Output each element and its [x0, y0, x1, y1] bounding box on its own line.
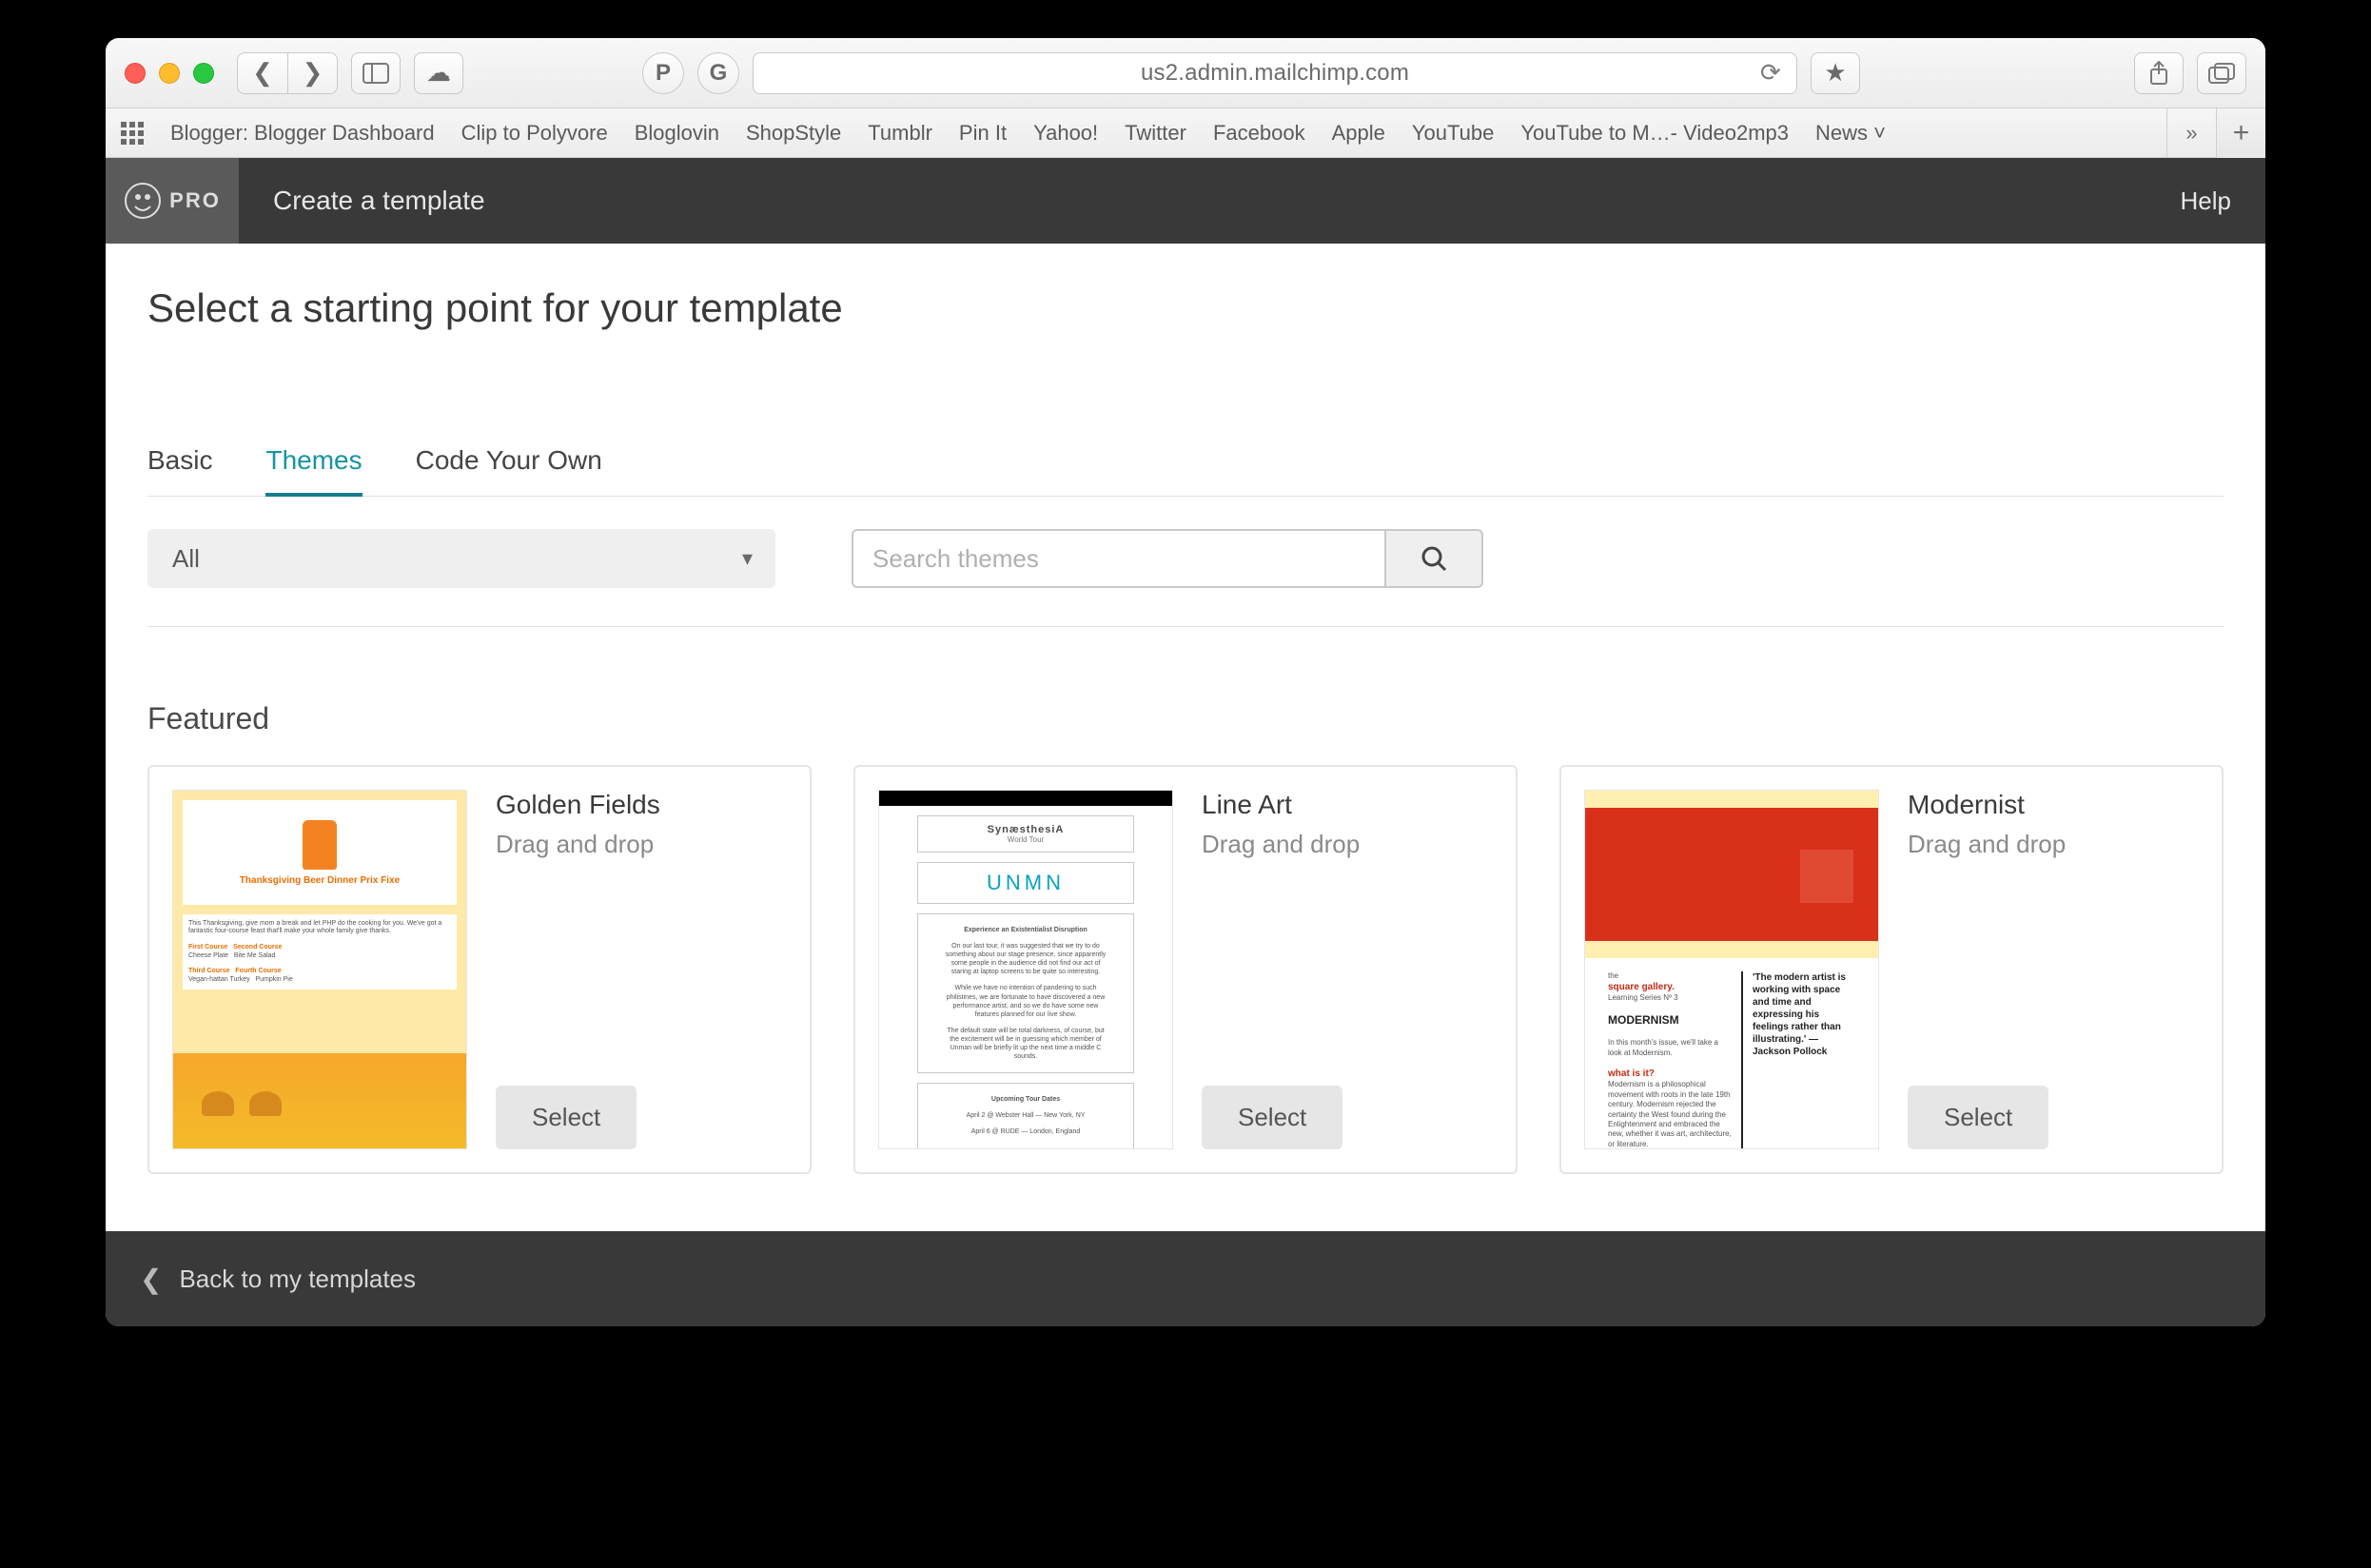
share-icon [2148, 61, 2169, 86]
thumbnail-tour-heading: Upcoming Tour Dates [991, 1096, 1060, 1103]
help-link[interactable]: Help [2181, 186, 2231, 216]
bookmark-item[interactable]: YouTube [1412, 121, 1494, 146]
overflow-bookmarks-button[interactable]: » [2166, 108, 2216, 158]
show-all-bookmarks-icon[interactable] [121, 122, 144, 145]
template-title: Modernist [1908, 790, 2199, 820]
bookmark-item[interactable]: Blogger: Blogger Dashboard [170, 121, 435, 146]
bookmark-item[interactable]: Bloglovin [635, 121, 719, 146]
pro-label: PRO [169, 188, 221, 213]
pinterest-icon: P [656, 60, 671, 87]
reload-icon[interactable]: ⟳ [1760, 58, 1781, 88]
bookmark-item[interactable]: Pin It [959, 121, 1007, 146]
category-select[interactable]: All ▾ [147, 529, 775, 588]
search-input-wrapper [852, 529, 1384, 588]
pro-badge[interactable]: PRO [106, 158, 239, 244]
template-cards: Thanksgiving Beer Dinner Prix Fixe This … [147, 765, 2224, 1174]
template-subtitle: Drag and drop [1202, 830, 1493, 859]
chevron-down-icon: ▾ [742, 546, 753, 571]
page-content: Select a starting point for your templat… [106, 244, 2265, 1174]
template-subtitle: Drag and drop [496, 830, 787, 859]
tab-themes[interactable]: Themes [265, 445, 362, 497]
page-heading: Select a starting point for your templat… [147, 285, 2224, 331]
sidebar-button[interactable] [351, 52, 401, 94]
thumbnail-tour-date: April 2 @ Webster Hall — New York, NY [926, 1107, 1126, 1124]
tab-code-your-own[interactable]: Code Your Own [416, 445, 602, 496]
sidebar-icon [363, 63, 389, 84]
star-icon: ★ [1824, 58, 1846, 88]
thumbnail-series: Learning Series Nº 3 [1608, 993, 1678, 1002]
template-card-modernist: thesquare gallery. Learning Series Nº 3 … [1559, 765, 2224, 1174]
thumbnail-quote: 'The modern artist is working with space… [1741, 971, 1855, 1149]
bookmark-folder[interactable]: News ˅ [1815, 121, 1886, 146]
top-sites-button[interactable]: ★ [1811, 52, 1860, 94]
bookmark-item[interactable]: ShopStyle [746, 121, 841, 146]
template-thumbnail[interactable]: Thanksgiving Beer Dinner Prix Fixe This … [172, 790, 467, 1149]
icloud-tabs-button[interactable]: ☁︎ [414, 52, 463, 94]
bookmark-item[interactable]: Facebook [1213, 121, 1305, 146]
grammarly-icon: G [710, 60, 728, 87]
thumbnail-brand: UNMN [926, 871, 1126, 895]
select-button[interactable]: Select [1908, 1086, 2048, 1149]
filter-controls: All ▾ [147, 529, 2224, 627]
nav-back-forward: ❮ ❯ [237, 52, 338, 94]
forward-button[interactable]: ❯ [287, 53, 337, 93]
back-link[interactable]: Back to my templates [179, 1264, 416, 1294]
thumbnail-logo: SynæsthesiA [926, 824, 1126, 835]
search-wrapper [852, 529, 1483, 588]
thumbnail-gallery: square gallery. [1608, 982, 1675, 992]
select-button[interactable]: Select [496, 1086, 637, 1149]
bookmark-item[interactable]: Apple [1332, 121, 1385, 146]
thumbnail-tour-date: April 6 @ RUDE — London, England [926, 1124, 1126, 1140]
template-source-tabs: Basic Themes Code Your Own [147, 445, 2224, 497]
search-icon [1421, 545, 1447, 572]
grammarly-extension[interactable]: G [697, 52, 739, 94]
select-button[interactable]: Select [1202, 1086, 1342, 1149]
browser-window: ❮ ❯ ☁︎ P G us2.admin.mailchimp.com ⟳ ★ B… [106, 38, 2265, 1326]
back-button[interactable]: ❮ [238, 53, 287, 93]
chevron-down-icon: ˅ [1873, 121, 1886, 145]
thumbnail-subtitle: World Tour [926, 835, 1126, 844]
address-bar[interactable]: us2.admin.mailchimp.com ⟳ [753, 52, 1797, 94]
bookmark-item[interactable]: YouTube to M…- Video2mp3 [1520, 121, 1789, 146]
minimize-window-button[interactable] [159, 63, 180, 84]
app-header: PRO Create a template Help [106, 158, 2265, 244]
category-select-value: All [172, 544, 200, 574]
template-thumbnail[interactable]: SynæsthesiAWorld Tour UNMN Experience an… [878, 790, 1173, 1149]
template-card-line-art: SynæsthesiAWorld Tour UNMN Experience an… [853, 765, 1518, 1174]
template-thumbnail[interactable]: thesquare gallery. Learning Series Nº 3 … [1584, 790, 1879, 1149]
section-heading: Featured [147, 701, 2224, 736]
bookmark-item[interactable]: Clip to Polyvore [461, 121, 608, 146]
template-subtitle: Drag and drop [1908, 830, 2199, 859]
share-button[interactable] [2134, 52, 2184, 94]
bookmark-item[interactable]: Tumblr [868, 121, 932, 146]
address-url: us2.admin.mailchimp.com [1141, 60, 1409, 87]
cloud-icon: ☁︎ [426, 58, 451, 88]
pinterest-extension[interactable]: P [642, 52, 684, 94]
template-card-golden-fields: Thanksgiving Beer Dinner Prix Fixe This … [147, 765, 812, 1174]
thumbnail-topic: MODERNISM [1608, 1013, 1679, 1027]
browser-toolbar: ❮ ❯ ☁︎ P G us2.admin.mailchimp.com ⟳ ★ [106, 38, 2265, 108]
search-button[interactable] [1384, 529, 1483, 588]
bookmark-item[interactable]: Twitter [1125, 121, 1186, 146]
close-window-button[interactable] [125, 63, 146, 84]
search-input[interactable] [872, 544, 1365, 574]
thumbnail-headline: Experience an Existentialist Disruption [964, 927, 1088, 933]
tabs-icon [2208, 63, 2235, 84]
template-title: Line Art [1202, 790, 1493, 820]
template-title: Golden Fields [496, 790, 787, 820]
mailchimp-logo-icon [124, 182, 162, 220]
bookmarks-bar: Blogger: Blogger Dashboard Clip to Polyv… [106, 108, 2265, 158]
window-controls [125, 63, 214, 84]
page-title: Create a template [239, 186, 485, 216]
show-tabs-button[interactable] [2197, 52, 2246, 94]
zoom-window-button[interactable] [193, 63, 214, 84]
thumbnail-title: Thanksgiving Beer Dinner Prix Fixe [240, 875, 400, 886]
tab-basic[interactable]: Basic [147, 445, 212, 496]
app-footer: ❮ Back to my templates [106, 1231, 2265, 1326]
chevron-left-icon: ❮ [140, 1264, 162, 1295]
bookmark-item[interactable]: Yahoo! [1033, 121, 1098, 146]
new-tab-button[interactable]: + [2216, 108, 2265, 158]
